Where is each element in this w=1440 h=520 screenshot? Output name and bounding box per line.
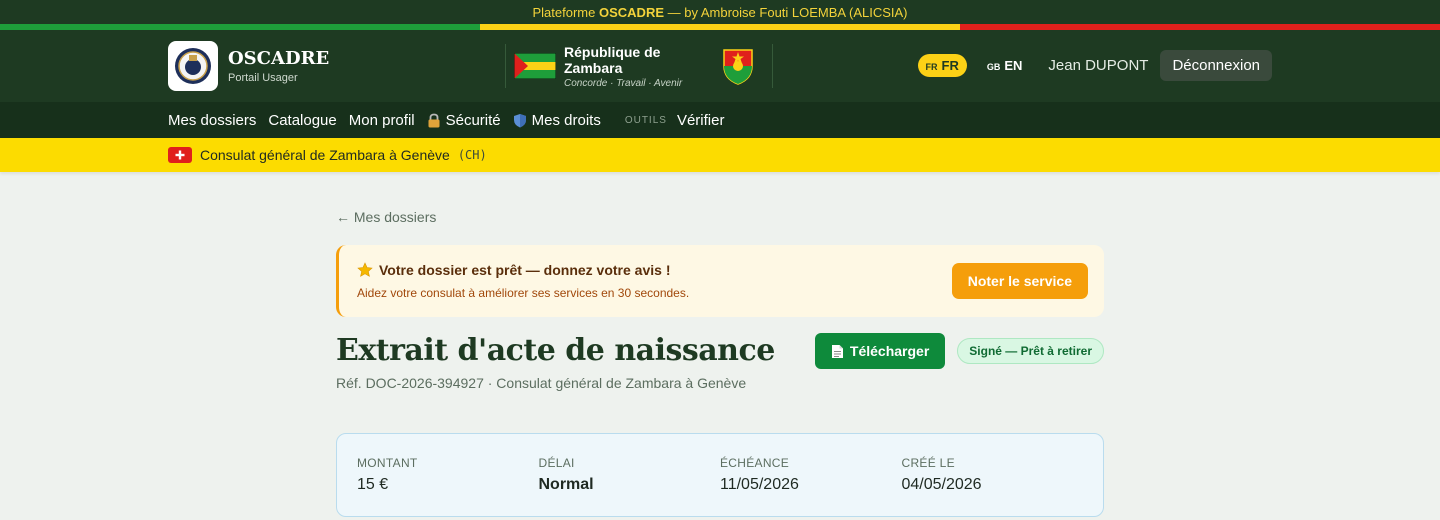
brand-name: OSCADRE [228, 48, 330, 69]
nav-label: Mon profil [348, 111, 415, 129]
republic-name: République de Zambara [564, 43, 661, 76]
platform-banner: Plateforme OSCADRE — by Ambroise Fouti L… [0, 0, 1440, 24]
document-summary: MONTANT 15 € DÉLAI Normal ÉCHÉANCE 11/05… [336, 433, 1104, 517]
lang-en-label: EN [1004, 58, 1023, 73]
coat-of-arms-icon [723, 49, 753, 85]
document-reference: Réf. DOC-2026-394927 · Consulat général … [336, 375, 747, 391]
lock-icon [428, 113, 440, 127]
lang-fr-button[interactable]: FR FR [917, 54, 967, 77]
nav-item-mon-profil[interactable]: Mon profil [349, 112, 415, 129]
notice-subtitle: Aidez votre consulat à améliorer ses ser… [357, 286, 690, 300]
rate-service-button[interactable]: Noter le service [951, 263, 1088, 299]
swiss-flag-icon [168, 147, 192, 163]
nav-label: Catalogue [268, 111, 337, 129]
nav-item-catalogue[interactable]: Catalogue [268, 112, 336, 129]
site-header: OSCADRE Portail Usager République de Zam… [0, 30, 1440, 102]
nav-label: Sécurité [445, 111, 501, 129]
banner-prefix: Plateforme [532, 4, 596, 20]
republic-motto: Concorde · Travail · Avenir [564, 77, 683, 89]
summary-amount: MONTANT 15 € [357, 456, 539, 516]
main-content: ← Mes dossiers Votre dossier est prêt — … [336, 172, 1104, 517]
banner-suffix: — by Ambroise Fouti LOEMBA (ALICSIA) [667, 4, 908, 20]
document-title: Extrait d'acte de naissance [336, 333, 775, 368]
summary-label: ÉCHÉANCE [720, 456, 790, 470]
star-icon [357, 262, 373, 277]
summary-value: Normal [538, 476, 594, 493]
nav-label: Vérifier [676, 111, 725, 129]
summary-label: DÉLAI [538, 456, 575, 470]
brand-subtitle: Portail Usager [228, 72, 298, 84]
consulate-name: Consulat général de Zambara à Genève [200, 147, 450, 163]
nav-label: Mes dossiers [168, 111, 257, 129]
nav-section-outils: OUTILS [624, 114, 667, 126]
summary-created: CRÉÉ LE 04/05/2026 [902, 456, 1084, 516]
lang-en-code: GB [986, 62, 1001, 72]
feedback-notice: Votre dossier est prêt — donnez votre av… [336, 245, 1104, 317]
download-button[interactable]: Télécharger [814, 333, 946, 369]
lang-fr-code: FR [925, 62, 938, 72]
lang-en-button[interactable]: GB EN [979, 54, 1031, 77]
oscadre-logo-icon [168, 41, 218, 91]
summary-label: MONTANT [357, 456, 418, 470]
summary-value: 15 € [357, 476, 389, 493]
summary-delay: DÉLAI Normal [539, 456, 721, 516]
consulate-code: (CH) [457, 148, 487, 162]
nav-item-verifier[interactable]: Vérifier [677, 112, 725, 129]
header-actions: FR FR GB EN Jean DUPONT Déconnexion [917, 50, 1272, 81]
republic-block: République de Zambara Concorde · Travail… [505, 43, 773, 89]
summary-value: 04/05/2026 [901, 476, 982, 493]
nav-item-securite[interactable]: Sécurité [427, 112, 501, 129]
nav-item-mes-droits[interactable]: Mes droits [513, 112, 601, 129]
consulate-bar: Consulat général de Zambara à Genève (CH… [0, 138, 1440, 172]
back-link[interactable]: ← Mes dossiers [336, 209, 1104, 227]
banner-platform: OSCADRE [599, 4, 665, 20]
zambara-flag-icon [514, 53, 556, 79]
notice-title: Votre dossier est prêt — donnez votre av… [357, 262, 689, 278]
user-name: Jean DUPONT [1048, 57, 1149, 74]
status-badge: Signé — Prêt à retirer [957, 338, 1104, 364]
summary-value: 11/05/2026 [720, 476, 799, 493]
shield-icon [513, 113, 526, 127]
lang-fr-label: FR [941, 58, 959, 73]
summary-label: CRÉÉ LE [901, 456, 955, 470]
document-header: Extrait d'acte de naissance Réf. DOC-202… [336, 333, 1104, 393]
nav-label: Mes droits [531, 111, 601, 129]
summary-due-date: ÉCHÉANCE 11/05/2026 [720, 456, 902, 516]
download-label: Télécharger [849, 343, 930, 359]
nav-item-mes-dossiers[interactable]: Mes dossiers [168, 112, 256, 129]
brand[interactable]: OSCADRE Portail Usager [168, 41, 329, 91]
document-actions: Télécharger Signé — Prêt à retirer [814, 333, 1104, 369]
notice-title-text: Votre dossier est prêt — donnez votre av… [379, 262, 671, 278]
main-nav: Mes dossiers Catalogue Mon profil Sécuri… [0, 102, 1440, 138]
logout-button[interactable]: Déconnexion [1160, 50, 1272, 81]
document-icon [831, 344, 843, 358]
